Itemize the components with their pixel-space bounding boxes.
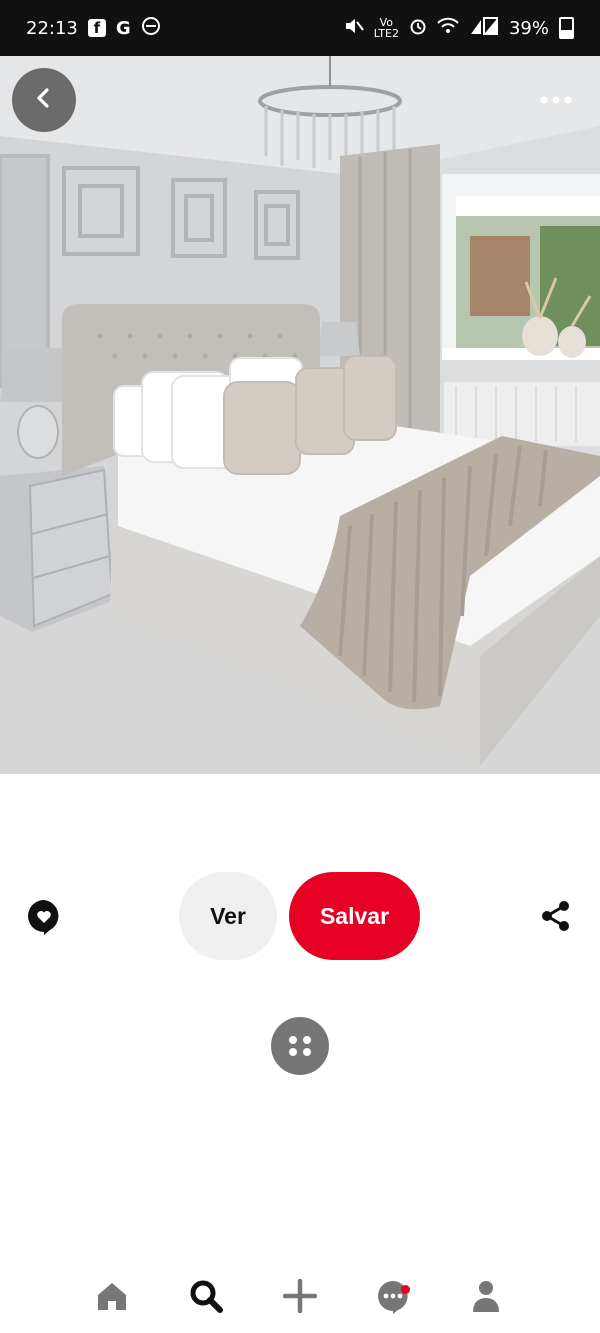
nav-profile[interactable] bbox=[464, 1276, 508, 1320]
search-icon bbox=[187, 1277, 225, 1320]
view-button[interactable]: Ver bbox=[179, 872, 277, 960]
status-bar: 22:13 f G Vo LTE2 39% bbox=[0, 0, 600, 56]
facebook-icon: f bbox=[87, 19, 106, 37]
battery-percent: 39% bbox=[508, 17, 549, 39]
home-icon bbox=[94, 1278, 130, 1319]
pin-image[interactable] bbox=[0, 56, 600, 774]
wifi-icon bbox=[437, 17, 459, 40]
alarm-icon bbox=[409, 17, 427, 40]
battery-icon bbox=[559, 17, 574, 39]
dnd-icon bbox=[141, 16, 161, 41]
save-button[interactable]: Salvar bbox=[289, 872, 420, 960]
ellipsis-icon bbox=[540, 91, 572, 109]
comment-heart-icon[interactable] bbox=[24, 897, 64, 937]
more-ideas-button[interactable] bbox=[271, 1017, 329, 1075]
more-options-button[interactable] bbox=[534, 84, 578, 116]
status-left: 22:13 f G bbox=[26, 16, 161, 41]
nav-create[interactable] bbox=[278, 1276, 322, 1320]
status-time: 22:13 bbox=[26, 17, 78, 39]
back-button[interactable] bbox=[12, 68, 76, 132]
create-icon bbox=[282, 1278, 318, 1319]
nav-search[interactable] bbox=[184, 1276, 228, 1320]
profile-icon bbox=[468, 1278, 504, 1319]
chevron-left-icon bbox=[33, 87, 55, 114]
mute-icon bbox=[344, 17, 364, 40]
messages-icon bbox=[375, 1278, 411, 1319]
status-right: Vo LTE2 39% bbox=[344, 16, 574, 41]
pin-action-row: Ver Salvar bbox=[0, 872, 600, 960]
nav-messages[interactable] bbox=[371, 1276, 415, 1320]
bottom-navigation bbox=[0, 1262, 600, 1333]
notification-dot bbox=[401, 1285, 410, 1294]
signal-icon bbox=[469, 16, 499, 41]
nav-home[interactable] bbox=[90, 1276, 134, 1320]
volte-icon: Vo LTE2 bbox=[373, 16, 399, 40]
google-icon: G bbox=[115, 17, 131, 39]
share-icon[interactable] bbox=[538, 898, 574, 934]
